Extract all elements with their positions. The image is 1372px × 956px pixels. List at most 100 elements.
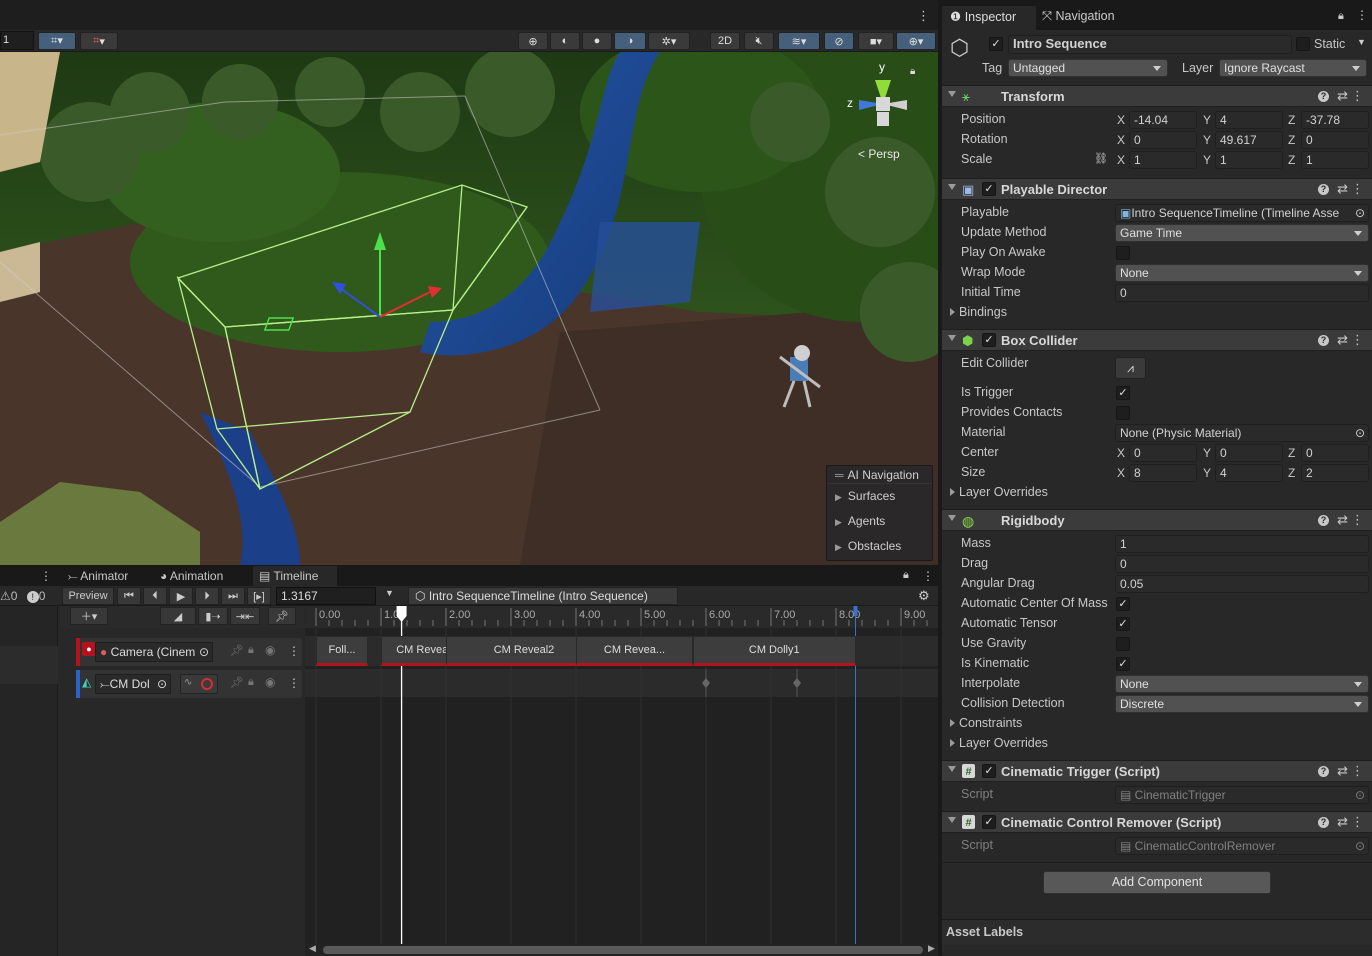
timeline-clip[interactable]: CM Dolly1 [693,636,856,666]
presets-icon[interactable]: ⇄ [1337,181,1348,197]
material-object-field[interactable]: None (Physic Material) ⊙ [1115,424,1369,442]
tag-dropdown[interactable]: Untagged [1008,59,1168,77]
track-lock-icon[interactable]: 🔒︎ [248,644,254,657]
rotation-x-field[interactable]: 0 [1129,131,1197,149]
update-method-dropdown[interactable]: Game Time [1115,224,1369,242]
scale-z-field[interactable]: 1 [1301,151,1369,169]
tab-animation[interactable]: ◕ Animation [154,566,229,586]
toggle-2d-button[interactable]: 2D [710,32,740,50]
constraints-foldout[interactable]: Constraints [950,716,1022,730]
rotation-z-field[interactable]: 0 [1301,131,1369,149]
track-mute-icon[interactable]: 📌︎ [230,644,244,657]
component-menu-icon[interactable]: ⋮ [1351,763,1364,779]
auto-tensor-checkbox[interactable]: ✓ [1116,617,1130,631]
timeline-clip-area[interactable]: 0.00 1.0 2.00 3.00 4.00 5.00 6.00 7.00 8.00 9.00 … [305,606,938,956]
drag-field[interactable]: 0 [1115,555,1369,573]
help-icon[interactable]: ? [1318,184,1329,195]
scene-visibility-button[interactable]: ⊘ [824,32,854,50]
object-name-field[interactable]: Intro Sequence [1008,35,1292,54]
track-binding-camera[interactable]: ● Camera (Cinem ⊙ [95,642,213,662]
rotation-y-field[interactable]: 49.617 [1215,131,1283,149]
object-picker-icon[interactable]: ⊙ [157,675,167,693]
presets-icon[interactable]: ⇄ [1337,763,1348,779]
bindings-foldout[interactable]: Bindings [950,305,1007,319]
grid-snap-button[interactable]: ⌗▾ [38,32,76,50]
cinematic-trigger-component-header[interactable]: # ✓ Cinematic Trigger (Script) ? ⇄ ⋮ [942,760,1372,782]
object-picker-icon[interactable]: ⊙ [1354,205,1365,221]
auto-com-checkbox[interactable]: ✓ [1116,597,1130,611]
edit-collider-button[interactable]: ⩘ [1115,357,1146,379]
scene-camera-button[interactable]: ■▾ [858,32,894,50]
component-menu-icon[interactable]: ⋮ [1351,814,1364,830]
layer-overrides-foldout[interactable]: Layer Overrides [950,485,1048,499]
ai-nav-surfaces[interactable]: ▶ Surfaces [827,484,932,509]
is-kinematic-checkbox[interactable]: ✓ [1116,657,1130,671]
component-menu-icon[interactable]: ⋮ [1351,512,1364,528]
playable-object-field[interactable]: ▣Intro SequenceTimeline (Timeline Asse ⊙ [1115,204,1369,222]
scale-x-field[interactable]: 1 [1129,151,1197,169]
toggle-audio-button[interactable]: 🔇︎ [744,32,774,50]
component-enabled-checkbox[interactable]: ✓ [982,182,996,196]
component-enabled-checkbox[interactable]: ✓ [982,764,996,778]
track-binding-dolly[interactable]: ⤚CM Dol ⊙ [95,674,171,694]
lock-icon[interactable]: 🔒︎ [903,569,909,582]
shading-wireframe-button[interactable]: ⊕ [518,32,548,50]
asset-labels-bar[interactable]: Asset Labels [942,919,1372,945]
next-frame-button[interactable]: ⏵︎ [195,587,219,605]
presets-icon[interactable]: ⇄ [1337,88,1348,104]
help-icon[interactable]: ? [1318,766,1329,777]
fold-arrow-icon[interactable] [948,766,956,772]
position-y-field[interactable]: 4 [1215,111,1283,129]
scroll-left-arrow-icon[interactable]: ◀ [309,943,316,954]
constrain-proportions-icon[interactable]: ⛓ [1094,152,1108,165]
size-x-field[interactable]: 8 [1129,464,1197,482]
scale-y-field[interactable]: 1 [1215,151,1283,169]
help-icon[interactable]: ? [1318,817,1329,828]
snap-increment-button[interactable]: ⌗ ▾ [80,32,118,50]
static-checkbox[interactable] [1296,37,1310,51]
timeline-asset-breadcrumb[interactable]: ⬡ Intro SequenceTimeline (Intro Sequence… [408,587,678,605]
static-dropdown-icon[interactable]: ▼ [1357,37,1366,47]
track-mute-icon[interactable]: 📌︎ [230,676,244,689]
scene-fx-button[interactable]: ≋▾ [778,32,820,50]
use-gravity-checkbox[interactable] [1116,637,1130,651]
timeline-settings-icon[interactable]: ⚙ [918,588,930,604]
horizontal-scrollbar[interactable]: ◀ ▶ [305,943,938,956]
interpolate-dropdown[interactable]: None [1115,675,1369,693]
size-y-field[interactable]: 4 [1215,464,1283,482]
center-z-field[interactable]: 0 [1301,444,1369,462]
track-header-cm-dolly[interactable]: ◭ ⤚CM Dol ⊙ ∿ 📌︎ 🔒︎ ◉ ⋮ [76,670,302,698]
is-trigger-checkbox[interactable]: ✓ [1116,386,1130,400]
lock-icon[interactable]: 🔒︎ [1338,10,1344,23]
play-on-awake-checkbox[interactable] [1116,246,1130,260]
track-menu-icon[interactable]: ⋮ [288,644,300,658]
gizmos-button[interactable]: ⊕▾ [896,32,936,50]
size-z-field[interactable]: 2 [1301,464,1369,482]
fold-arrow-icon[interactable] [948,515,956,521]
frame-field[interactable]: 1 [0,31,34,50]
component-enabled-checkbox[interactable]: ✓ [982,333,996,347]
collider-layer-overrides-row[interactable]: Layer Overrides [942,483,1372,503]
ai-nav-agents[interactable]: ▶ Agents [827,509,932,534]
help-icon[interactable]: ? [1318,91,1329,102]
presets-icon[interactable]: ⇄ [1337,512,1348,528]
play-range-button[interactable]: [▸] [247,587,271,605]
debug-draw-mode-button[interactable]: ✲▾ [648,32,690,50]
box-collider-component-header[interactable]: ⬢ ✓ Box Collider ? ⇄ ⋮ [942,329,1372,351]
record-icon[interactable] [201,678,213,690]
angular-drag-field[interactable]: 0.05 [1115,575,1369,593]
fold-arrow-icon[interactable] [948,91,956,97]
preview-toggle[interactable]: Preview [62,587,114,605]
playable-director-component-header[interactable]: ▣ ✓ Playable Director ? ⇄ ⋮ [942,178,1372,200]
center-x-field[interactable]: 0 [1129,444,1197,462]
layer-dropdown[interactable]: Ignore Raycast [1219,59,1367,77]
ai-navigation-title[interactable]: ═ AI Navigation [827,466,932,484]
track-lock-icon[interactable]: 🔒︎ [248,676,254,689]
transform-component-header[interactable]: ⚹ Transform ? ⇄ ⋮ [942,85,1372,107]
position-x-field[interactable]: -14.04 [1129,111,1197,129]
fold-arrow-icon[interactable] [948,335,956,341]
component-enabled-checkbox[interactable]: ✓ [982,815,996,829]
constraints-row[interactable]: Constraints [942,714,1372,734]
left-pane-menu-icon[interactable]: ⋮ [40,569,52,583]
prev-frame-button[interactable]: ⏴︎ [143,587,167,605]
